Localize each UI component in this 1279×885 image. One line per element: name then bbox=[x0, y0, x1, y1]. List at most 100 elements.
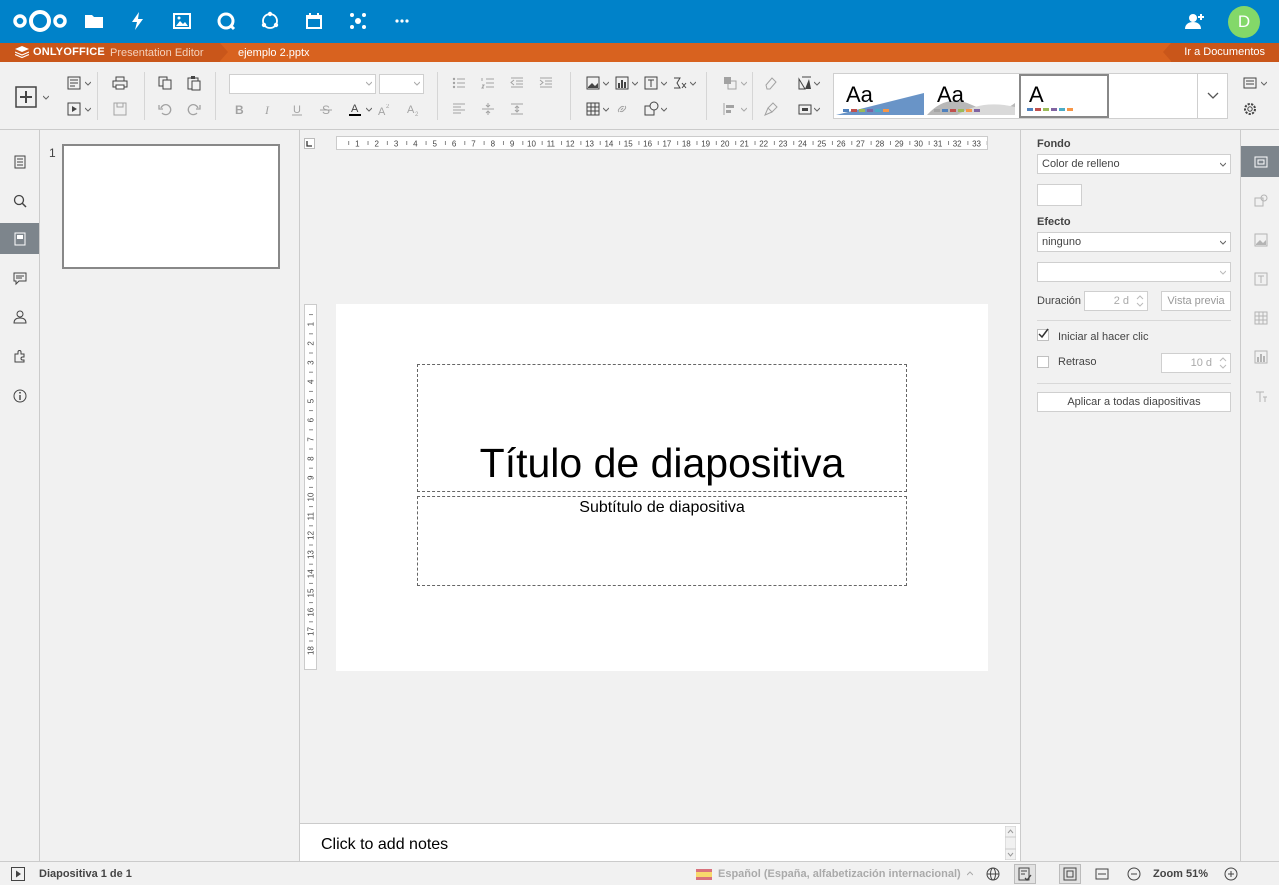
undo-icon[interactable] bbox=[155, 100, 175, 118]
image-settings-tab-icon[interactable] bbox=[1241, 224, 1279, 255]
align-caret-icon[interactable] bbox=[741, 107, 747, 113]
font-color-icon[interactable]: A bbox=[345, 100, 365, 118]
start-on-click-checkbox[interactable] bbox=[1037, 328, 1049, 341]
search-icon[interactable] bbox=[0, 185, 39, 216]
view-settings-caret-icon[interactable] bbox=[1261, 81, 1267, 87]
globe-language-icon[interactable] bbox=[985, 866, 1001, 882]
files-icon[interactable] bbox=[80, 8, 108, 34]
stepper-arrows-icon[interactable] bbox=[1136, 294, 1144, 308]
comments-icon[interactable] bbox=[0, 262, 39, 293]
activity-icon[interactable] bbox=[124, 8, 152, 34]
slide-title[interactable]: Título de diapositiva bbox=[418, 440, 906, 487]
more-apps-icon[interactable] bbox=[388, 8, 416, 34]
copy-icon[interactable] bbox=[155, 74, 175, 92]
italic-icon[interactable]: I bbox=[258, 100, 278, 118]
text-caret-icon[interactable] bbox=[661, 81, 667, 87]
fit-to-slide-icon[interactable] bbox=[1059, 864, 1081, 884]
about-info-icon[interactable] bbox=[0, 380, 39, 411]
plugins-icon[interactable] bbox=[0, 340, 39, 371]
zoom-in-icon[interactable] bbox=[1223, 866, 1239, 882]
superscript-icon[interactable]: A2 bbox=[374, 100, 394, 118]
copy-style-icon[interactable] bbox=[761, 100, 781, 118]
delay-checkbox[interactable] bbox=[1037, 356, 1049, 368]
talk-icon[interactable] bbox=[212, 8, 240, 34]
onlyoffice-logo[interactable]: ONLYOFFICE bbox=[15, 46, 105, 58]
nextcloud-logo-icon[interactable] bbox=[12, 7, 68, 35]
theme-item[interactable]: Aa bbox=[836, 75, 926, 117]
effect-select[interactable]: ninguno bbox=[1037, 232, 1231, 252]
arrange-caret-icon[interactable] bbox=[741, 81, 747, 87]
decrease-indent-icon[interactable] bbox=[507, 74, 527, 92]
redo-icon[interactable] bbox=[184, 100, 204, 118]
font-size-combo[interactable] bbox=[379, 74, 424, 94]
slide-thumbnail[interactable] bbox=[62, 144, 280, 269]
subscript-icon[interactable]: A2 bbox=[403, 100, 423, 118]
table-caret-icon[interactable] bbox=[603, 107, 609, 113]
duration-stepper[interactable]: 2 d bbox=[1084, 291, 1148, 311]
increase-indent-icon[interactable] bbox=[536, 74, 556, 92]
file-menu-icon[interactable] bbox=[0, 146, 39, 177]
theme-more-button[interactable] bbox=[1197, 74, 1227, 118]
color-scheme-icon[interactable] bbox=[795, 74, 815, 92]
vertical-ruler[interactable]: 1 2 3 4 5 6 7 8 9 10 11 12 13 14 15 16 17 18 bbox=[304, 304, 317, 670]
chart-caret-icon[interactable] bbox=[632, 81, 638, 87]
bullet-list-icon[interactable] bbox=[449, 74, 469, 92]
notes-scrollbar[interactable] bbox=[1005, 826, 1016, 860]
preview-button[interactable]: Vista previa bbox=[1161, 291, 1231, 311]
insert-shape-icon[interactable] bbox=[641, 100, 661, 118]
font-color-caret-icon[interactable] bbox=[366, 107, 372, 113]
image-caret-icon[interactable] bbox=[603, 81, 609, 87]
hyperlink-icon[interactable] bbox=[612, 100, 632, 118]
gallery-icon[interactable] bbox=[168, 8, 196, 34]
fill-color-swatch[interactable] bbox=[1037, 184, 1082, 206]
social-icon[interactable] bbox=[344, 8, 372, 34]
theme-item-selected[interactable]: A bbox=[1019, 74, 1109, 118]
layout-caret-icon[interactable] bbox=[85, 81, 91, 87]
start-slideshow-button[interactable] bbox=[64, 100, 84, 118]
fill-type-select[interactable]: Color de relleno bbox=[1037, 154, 1231, 174]
title-placeholder[interactable]: Título de diapositiva bbox=[417, 364, 907, 492]
strikethrough-icon[interactable]: S bbox=[316, 100, 336, 118]
chat-icon[interactable] bbox=[0, 301, 39, 332]
chart-settings-tab-icon[interactable] bbox=[1241, 341, 1279, 372]
insert-image-icon[interactable] bbox=[583, 74, 603, 92]
ruler-tab-selector[interactable] bbox=[304, 138, 315, 149]
stepper-arrows-icon[interactable] bbox=[1219, 356, 1227, 370]
avatar[interactable]: D bbox=[1228, 6, 1260, 38]
color-scheme-caret-icon[interactable] bbox=[814, 81, 820, 87]
go-to-documents-link[interactable]: Ir a Documentos bbox=[1184, 46, 1265, 58]
shape-caret-icon[interactable] bbox=[661, 107, 667, 113]
arrange-shape-icon[interactable] bbox=[720, 74, 740, 92]
slide-subtitle[interactable]: Subtítulo de diapositiva bbox=[418, 499, 906, 517]
numbered-list-icon[interactable] bbox=[478, 74, 498, 92]
horizontal-ruler[interactable]: 1 2 3 4 5 6 7 8 9 10 11 12 13 14 15 16 17 18 19 20 21 22 23 24 2… bbox=[328, 136, 988, 150]
subtitle-placeholder[interactable]: Subtítulo de diapositiva bbox=[417, 496, 907, 586]
add-slide-caret-icon[interactable] bbox=[43, 95, 49, 101]
insert-text-icon[interactable] bbox=[641, 74, 661, 92]
font-name-combo[interactable] bbox=[229, 74, 376, 94]
equation-caret-icon[interactable] bbox=[690, 81, 696, 87]
spellcheck-icon[interactable] bbox=[1014, 864, 1036, 884]
slideshow-caret-icon[interactable] bbox=[85, 107, 91, 113]
effect-type-select[interactable] bbox=[1037, 262, 1231, 282]
print-icon[interactable] bbox=[110, 74, 130, 92]
delay-stepper[interactable]: 10 d bbox=[1161, 353, 1231, 373]
slide-size-icon[interactable] bbox=[795, 100, 815, 118]
table-settings-tab-icon[interactable] bbox=[1241, 302, 1279, 333]
contacts-icon[interactable] bbox=[1184, 11, 1206, 31]
slide-canvas[interactable]: Título de diapositiva Subtítulo de diapo… bbox=[336, 304, 988, 671]
slide-settings-tab-icon[interactable] bbox=[1241, 146, 1279, 177]
change-layout-button[interactable] bbox=[64, 74, 84, 92]
add-slide-button[interactable] bbox=[12, 83, 40, 111]
calendar-icon[interactable] bbox=[300, 8, 328, 34]
zoom-out-icon[interactable] bbox=[1126, 866, 1142, 882]
insert-equation-icon[interactable] bbox=[670, 74, 690, 92]
editor-scrollbar[interactable] bbox=[1005, 130, 1020, 823]
theme-item[interactable]: Aa bbox=[927, 75, 1017, 117]
slides-panel-icon[interactable] bbox=[0, 223, 39, 254]
notes-placeholder[interactable]: Click to add notes bbox=[321, 836, 448, 854]
document-title[interactable]: ejemplo 2.pptx bbox=[238, 47, 310, 59]
save-icon[interactable] bbox=[110, 100, 130, 118]
bold-icon[interactable]: B bbox=[229, 100, 249, 118]
textart-settings-tab-icon[interactable] bbox=[1241, 380, 1279, 411]
